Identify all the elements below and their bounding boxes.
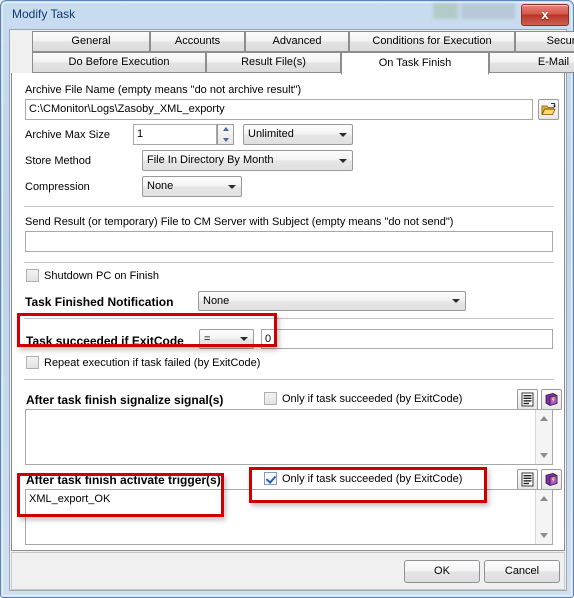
close-button[interactable]: x bbox=[521, 4, 569, 26]
archive-max-size-label: Archive Max Size bbox=[25, 129, 110, 141]
divider-4 bbox=[24, 379, 554, 380]
triggers-only-if-succeeded-label: Only if task succeeded (by ExitCode) bbox=[282, 472, 463, 485]
task-succeeded-if-exitcode-label: Task succeeded if ExitCode bbox=[26, 334, 184, 348]
divider-3 bbox=[24, 318, 554, 319]
archive-file-name-input[interactable]: C:\CMonitor\Logs\Zasoby_XML_exporty bbox=[25, 99, 533, 120]
chevron-down-icon bbox=[240, 337, 248, 341]
compression-label: Compression bbox=[25, 181, 90, 193]
chevron-down-icon bbox=[228, 184, 236, 189]
store-method-label: Store Method bbox=[25, 155, 92, 167]
scroll-down-button[interactable] bbox=[536, 528, 551, 544]
open-folder-icon-button[interactable] bbox=[538, 99, 559, 120]
triggers-only-if-succeeded-checkbox[interactable] bbox=[264, 472, 277, 485]
signals-only-if-succeeded-checkbox-row[interactable]: Only if task succeeded (by ExitCode) bbox=[264, 392, 462, 405]
archive-max-size-unit-select[interactable]: Unlimited bbox=[243, 124, 353, 145]
task-finished-notification-label: Task Finished Notification bbox=[25, 295, 174, 309]
divider-2 bbox=[24, 262, 554, 263]
task-finished-notification-select[interactable]: None bbox=[198, 291, 466, 311]
tab-accounts[interactable]: Accounts bbox=[150, 31, 245, 52]
cancel-button[interactable]: Cancel bbox=[484, 560, 560, 583]
obscured-watermark bbox=[433, 3, 515, 19]
open-folder-icon bbox=[541, 103, 556, 115]
scroll-up-button[interactable] bbox=[536, 490, 551, 506]
stepper-up-button[interactable] bbox=[218, 125, 233, 133]
send-result-label: Send Result (or temporary) File to CM Se… bbox=[25, 216, 454, 228]
chevron-down-icon bbox=[339, 132, 347, 137]
signals-scrollbar[interactable] bbox=[535, 410, 552, 464]
archive-max-size-unit-value: Unlimited bbox=[248, 128, 294, 140]
title-bar[interactable]: Modify Task x bbox=[1, 1, 574, 29]
scroll-down-button[interactable] bbox=[536, 448, 551, 464]
archive-file-name-label: Archive File Name (empty means "do not a… bbox=[25, 84, 302, 96]
archive-max-size-input[interactable]: 1 bbox=[133, 124, 217, 145]
archive-max-size-stepper[interactable] bbox=[217, 124, 234, 145]
store-method-select[interactable]: File In Directory By Month bbox=[142, 150, 353, 171]
signals-book-button[interactable] bbox=[541, 389, 562, 410]
task-finished-notification-value: None bbox=[203, 295, 230, 307]
repeat-execution-checkbox-row[interactable]: Repeat execution if task failed (by Exit… bbox=[26, 356, 260, 369]
signals-textarea[interactable] bbox=[25, 409, 553, 465]
list-document-icon bbox=[521, 472, 534, 487]
signalize-signals-label: After task finish signalize signal(s) bbox=[26, 393, 224, 407]
divider-1 bbox=[24, 206, 554, 207]
exitcode-operator-value: = bbox=[204, 333, 211, 345]
tab-on-task-finish[interactable]: On Task Finish bbox=[341, 52, 489, 75]
dialog-footer: OK Cancel bbox=[11, 552, 565, 590]
store-method-value: File In Directory By Month bbox=[147, 154, 274, 166]
tab-strip: General Accounts Advanced Conditions for… bbox=[10, 30, 574, 75]
shutdown-pc-checkbox-row[interactable]: Shutdown PC on Finish bbox=[26, 269, 159, 282]
chevron-down-icon bbox=[339, 158, 347, 163]
list-document-icon bbox=[521, 392, 534, 407]
exitcode-operator-select[interactable]: = bbox=[199, 329, 254, 349]
tab-result-files[interactable]: Result File(s) bbox=[206, 52, 341, 73]
tab-conditions-for-execution[interactable]: Conditions for Execution bbox=[349, 31, 515, 52]
activate-triggers-label: After task finish activate trigger(s) bbox=[26, 473, 221, 487]
compression-select[interactable]: None bbox=[142, 176, 242, 197]
triggers-only-if-succeeded-checkbox-row[interactable]: Only if task succeeded (by ExitCode) bbox=[264, 472, 462, 485]
purple-book-icon bbox=[545, 472, 558, 486]
scroll-up-button[interactable] bbox=[536, 410, 551, 426]
tab-security[interactable]: Security bbox=[515, 31, 574, 52]
repeat-execution-checkbox[interactable] bbox=[26, 356, 39, 369]
tab-general[interactable]: General bbox=[32, 31, 150, 52]
dialog-client-area: General Accounts Advanced Conditions for… bbox=[9, 29, 574, 591]
stepper-down-button[interactable] bbox=[218, 136, 233, 144]
chevron-down-icon bbox=[452, 299, 460, 303]
signals-only-if-succeeded-label: Only if task succeeded (by ExitCode) bbox=[282, 392, 463, 405]
compression-value: None bbox=[147, 180, 174, 192]
tab-email[interactable]: E-Mail bbox=[489, 52, 574, 73]
signals-list-button[interactable] bbox=[517, 389, 538, 410]
send-result-subject-input[interactable] bbox=[25, 231, 553, 252]
window-title: Modify Task bbox=[12, 7, 76, 21]
modify-task-dialog: Modify Task x General Accounts Advanced … bbox=[0, 0, 574, 598]
exitcode-value-input[interactable]: 0 bbox=[261, 329, 553, 349]
triggers-list-button[interactable] bbox=[517, 469, 538, 490]
signals-only-if-succeeded-checkbox[interactable] bbox=[264, 392, 277, 405]
shutdown-pc-checkbox[interactable] bbox=[26, 269, 39, 282]
repeat-execution-label: Repeat execution if task failed (by Exit… bbox=[44, 356, 261, 369]
tab-do-before-execution[interactable]: Do Before Execution bbox=[32, 52, 206, 73]
shutdown-pc-label: Shutdown PC on Finish bbox=[44, 269, 159, 282]
triggers-textarea[interactable]: XML_export_OK bbox=[25, 489, 553, 545]
triggers-book-button[interactable] bbox=[541, 469, 562, 490]
ok-button[interactable]: OK bbox=[404, 560, 480, 583]
tab-advanced[interactable]: Advanced bbox=[245, 31, 349, 52]
triggers-scrollbar[interactable] bbox=[535, 490, 552, 544]
on-task-finish-panel: Archive File Name (empty means "do not a… bbox=[11, 73, 565, 551]
purple-book-icon bbox=[545, 392, 558, 406]
triggers-value: XML_export_OK bbox=[29, 493, 111, 505]
